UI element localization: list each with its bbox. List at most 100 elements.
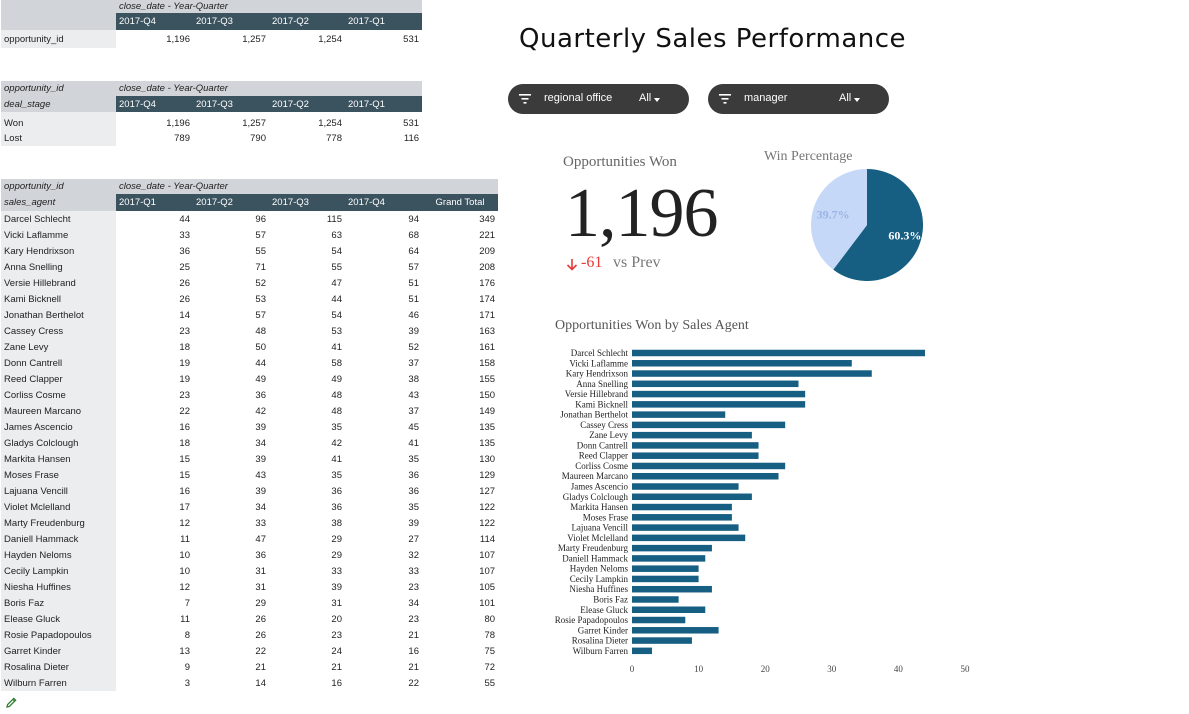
grand-total-value: 171 [479,309,496,321]
grand-total-value: 155 [479,373,496,385]
row-label: Vicki Laflamme [1,227,116,243]
column-header: 2017-Q4 [116,13,193,30]
cell-value: 790 [250,133,266,144]
bar [632,637,692,644]
table-row: Versie Hillebrand 26 52 47 51 176 [1,275,498,291]
cell-value: 33 [179,229,190,241]
cell-value: 25 [179,261,190,273]
cell-value: 13 [179,645,190,657]
bar [632,380,799,388]
dashboard-title: Quarterly Sales Performance [519,24,907,54]
cell-value: 38 [408,373,419,385]
category-label: Vicki Laflamme [569,358,628,368]
cell-value: 68 [408,229,419,241]
x-tick-label: 20 [761,664,771,674]
grand-total-value: 105 [479,581,496,593]
cell-value: 55 [331,261,342,273]
agent-rows: Darcel Schlecht 44 96 115 94 349 Vicki Laflamm… [1,211,498,691]
cell-value: 41 [331,341,342,353]
filter-manager[interactable]: manager All [708,84,889,114]
cell-value: 10 [179,549,190,561]
cell-value: 54 [331,245,342,257]
column-header: 2017-Q2 [269,13,345,30]
cell-value: 35 [331,469,342,481]
bar [632,627,719,634]
column-header: 2017-Q1 [345,96,423,112]
cell-value: 36 [255,389,266,401]
pivot-table-deal-stage: opportunity_id close_date - Year-Quarter… [1,81,423,146]
category-label: Kary Hendrixson [566,369,629,379]
category-label: Moses Frase [583,512,628,522]
table-row: Cassey Cress 23 48 53 39 163 [1,323,498,339]
x-tick-label: 10 [694,664,704,674]
cell-value: 29 [255,597,266,609]
cell-value: 16 [408,645,419,657]
table-row: Darcel Schlecht 44 96 115 94 349 [1,211,498,227]
cell-value: 33 [331,565,342,577]
column-field-label: close_date - Year-Quarter [116,81,423,96]
cell-value: 15 [179,453,190,465]
table-row: Niesha Huffines 12 31 39 23 105 [1,579,498,595]
table-row: Won 1,196 1,257 1,254 531 [1,116,422,131]
row-label: Violet Mclelland [1,499,116,515]
category-label: Donn Cantrell [577,440,629,450]
cell-value: 34 [255,501,266,513]
filter-label: manager [744,92,788,104]
cell-value: 16 [179,485,190,497]
row-label: Markita Hansen [1,451,116,467]
category-label: Versie Hillebrand [565,389,629,399]
row-label: Corliss Cosme [1,387,116,403]
cell-value: 531 [403,118,420,129]
row-label: Garret Kinder [1,643,116,659]
column-field-label: close_date - Year-Quarter [116,0,423,13]
table-row: Lajuana Vencill 16 39 36 36 127 [1,483,498,499]
pencil-icon[interactable] [5,696,18,709]
column-header: 2017-Q2 [269,96,345,112]
table-row: Anna Snelling 25 71 55 57 208 [1,259,498,275]
bar [632,575,699,583]
grand-total-value: 208 [479,261,496,273]
category-label: Kami Bicknell [575,399,628,409]
table-row: Boris Faz 7 29 31 34 101 [1,595,498,611]
bar [632,616,686,624]
grand-total-value: 349 [479,213,496,225]
filter-regional-office[interactable]: regional office All [508,84,689,114]
scorecard-title: Opportunities Won [563,154,677,170]
cell-value: 16 [179,421,190,433]
pie-slice-label: 39.7% [817,207,850,221]
row-label: Zane Levy [1,339,116,355]
row-label: Won [1,116,116,131]
cell-value: 10 [179,565,190,577]
cell-value: 1,254 [318,33,342,45]
cell-value: 32 [408,549,419,561]
grand-total-value: 158 [479,357,496,369]
filter-icon [719,94,731,104]
cell-value: 58 [331,357,342,369]
cell-value: 45 [408,421,419,433]
cell-value: 15 [179,469,190,481]
cell-value: 11 [180,613,190,625]
cell-value: 43 [408,389,419,401]
chevron-down-icon [654,98,660,102]
category-label: Cassey Cress [580,420,628,430]
cell-value: 8 [184,629,190,641]
row-label: Wilburn Farren [1,675,116,691]
row-label: Rosie Papadopoulos [1,627,116,643]
cell-value: 57 [255,229,266,241]
cell-value: 22 [408,677,419,689]
cell-value: 39 [255,421,266,433]
grand-total-value: 174 [479,293,496,305]
column-header: 2017-Q1 [345,13,423,30]
table-row: Wilburn Farren 3 14 16 22 55 [1,675,498,691]
cell-value: 31 [255,581,266,593]
pivot-corner [1,0,116,13]
row-label: Kary Hendrixson [1,243,116,259]
cell-value: 19 [179,357,190,369]
category-label: Rosie Papadopoulos [555,615,629,625]
cell-value: 789 [174,133,190,144]
bar [632,544,712,552]
table-row: Lost 789 790 778 116 [1,131,422,146]
cell-value: 17 [179,501,190,513]
pivot-table-sales-agents: opportunity_id close_date - Year-Quarter… [1,179,499,691]
grand-total-value: 135 [479,437,496,449]
